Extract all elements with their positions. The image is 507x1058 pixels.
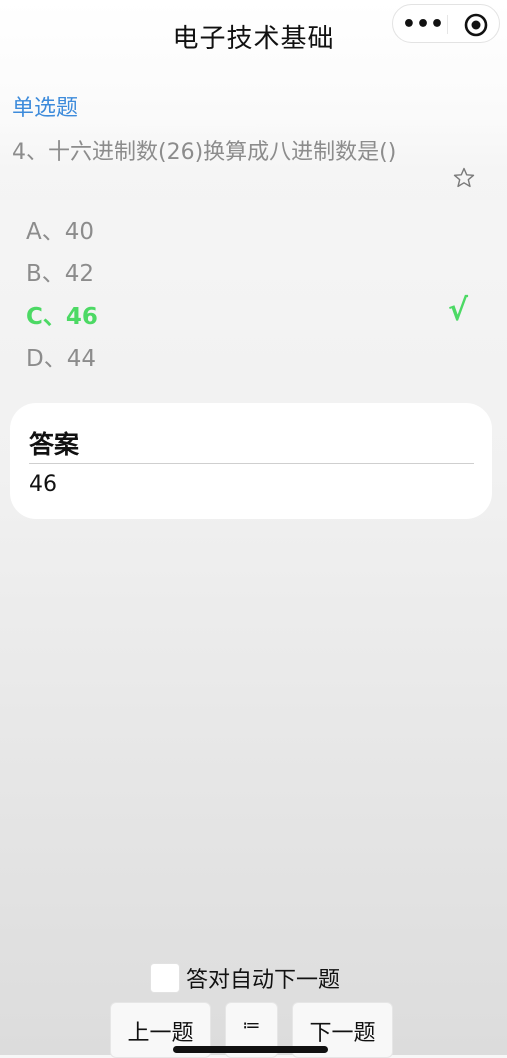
home-indicator — [173, 1046, 328, 1053]
mini-program-capsule: ••• — [392, 4, 500, 43]
option-d[interactable]: D、44 — [26, 339, 486, 373]
auto-next-row: 答对自动下一题 — [150, 962, 340, 994]
option-label: C、46 — [26, 304, 98, 330]
answer-heading: 答案 — [29, 430, 80, 459]
answer-divider — [29, 463, 474, 464]
question-text: 4、十六进制数(26)换算成八进制数是() — [12, 140, 397, 165]
option-a[interactable]: A、40 — [26, 212, 486, 246]
answer-card: 答案 46 — [10, 403, 492, 519]
capsule-divider — [447, 15, 448, 34]
option-c[interactable]: C、46 √ — [26, 293, 486, 331]
question-type-label: 单选题 — [12, 96, 79, 121]
option-b[interactable]: B、42 — [26, 254, 486, 288]
correct-check-icon: √ — [448, 293, 469, 328]
option-label: B、42 — [26, 261, 95, 287]
option-label: A、40 — [26, 219, 95, 245]
auto-next-label: 答对自动下一题 — [186, 968, 341, 993]
option-label: D、44 — [26, 346, 96, 372]
star-outline-icon[interactable] — [452, 166, 476, 190]
more-dots-icon[interactable]: ••• — [402, 7, 444, 42]
answer-value: 46 — [29, 472, 57, 497]
target-circle-icon[interactable] — [461, 10, 491, 40]
auto-next-checkbox[interactable] — [150, 963, 180, 993]
